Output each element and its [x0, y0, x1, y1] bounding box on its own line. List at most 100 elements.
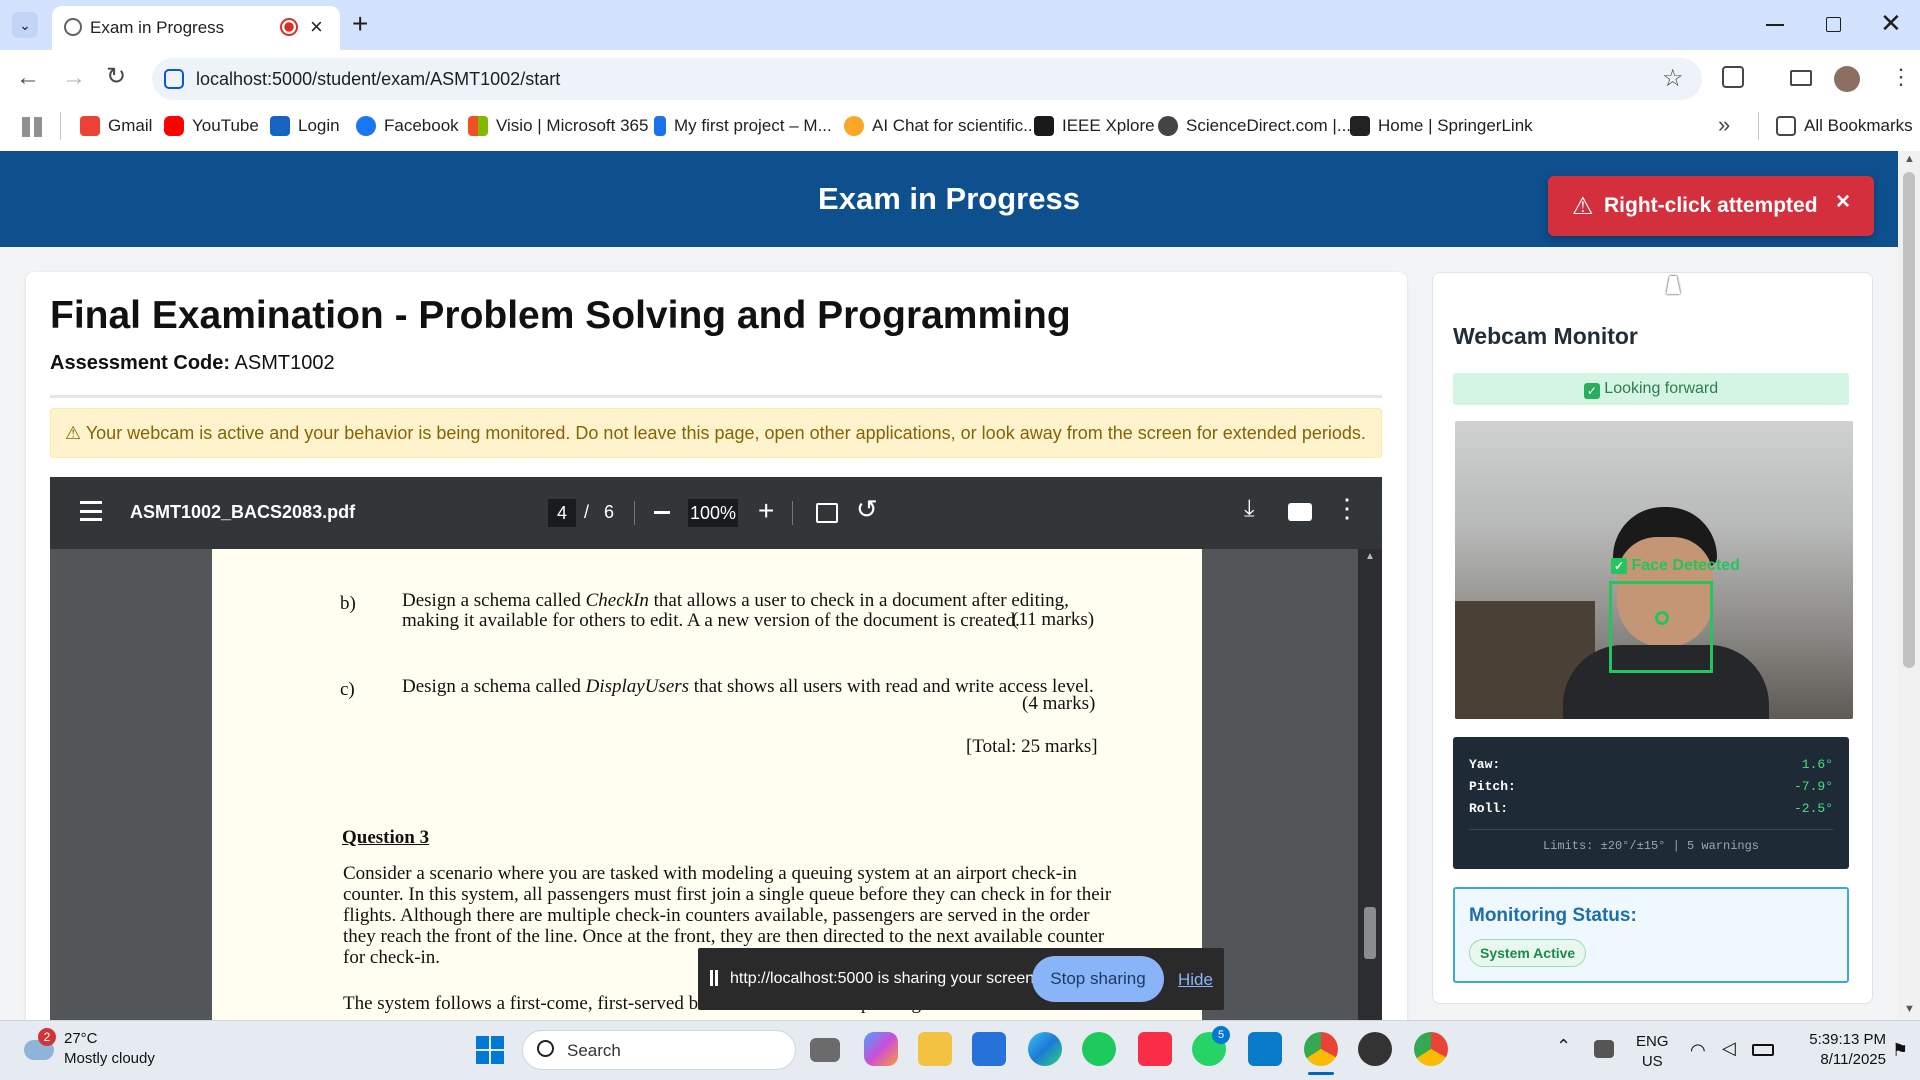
file-explorer-icon[interactable]: [918, 1032, 952, 1066]
back-button[interactable]: ←: [16, 64, 40, 92]
tray-app-icon[interactable]: [1594, 1040, 1614, 1058]
scroll-up-arrow[interactable]: ▲: [1904, 153, 1915, 165]
extensions-icon[interactable]: [1722, 66, 1744, 88]
bookmark-visio[interactable]: Visio | Microsoft 365: [468, 112, 648, 140]
pdf-text: counter. In this system, all passengers …: [343, 884, 1112, 905]
page-separator: /: [584, 502, 590, 522]
warning-icon: ⚠: [1572, 193, 1594, 220]
wifi-icon[interactable]: ◠: [1690, 1040, 1706, 1061]
bookmark-springerlink[interactable]: Home | SpringerLink: [1350, 112, 1533, 140]
rotate-icon[interactable]: ↺: [856, 494, 878, 525]
pdf-scroll-up[interactable]: ▲: [1365, 551, 1375, 562]
wechat-icon[interactable]: [1082, 1032, 1116, 1066]
temperature: 27°C: [64, 1030, 98, 1047]
pdf-text: Design a schema called DisplayUsers that…: [402, 676, 1094, 697]
divider: [1758, 112, 1759, 140]
weather-badge: 2: [38, 1028, 56, 1046]
yaw-value: 1.6°: [1801, 757, 1833, 772]
fit-page-icon[interactable]: [816, 503, 838, 523]
tab-exam-in-progress[interactable]: Exam in Progress ×: [52, 6, 340, 50]
pdf-text: (11 marks): [1012, 609, 1095, 630]
check-icon: ✓: [1611, 558, 1627, 574]
microsoft-icon: [468, 116, 488, 136]
address-bar[interactable]: localhost:5000/student/exam/ASMT1002/sta…: [152, 58, 1702, 100]
bookmark-sciencedirect[interactable]: ScienceDirect.com |...: [1158, 112, 1351, 140]
gmail-icon: [80, 116, 100, 136]
whatsapp-icon[interactable]: 5: [1192, 1026, 1230, 1066]
volume-icon[interactable]: ◁: [1722, 1038, 1736, 1059]
taskbar-search[interactable]: Search: [522, 1030, 796, 1070]
app-icon-dark[interactable]: [1358, 1032, 1392, 1066]
reload-button[interactable]: ↻: [106, 62, 126, 91]
chrome-profile-icon[interactable]: [1414, 1032, 1448, 1066]
language-indicator[interactable]: ENG US: [1636, 1032, 1669, 1072]
forward-button[interactable]: →: [62, 64, 86, 92]
zoom-level-input[interactable]: 100%: [688, 499, 738, 527]
more-options-icon[interactable]: ⋮: [1334, 493, 1360, 524]
minimize-button[interactable]: [1766, 24, 1784, 26]
ieee-icon: [1034, 116, 1054, 136]
pdf-scroll-thumb[interactable]: [1364, 907, 1376, 959]
divider: [1469, 829, 1833, 830]
bookmark-facebook[interactable]: Facebook: [356, 112, 459, 140]
vscode-icon[interactable]: [1248, 1032, 1282, 1066]
notification-bell-icon[interactable]: ⚑: [1892, 1040, 1908, 1061]
scroll-down-arrow[interactable]: ▼: [1904, 1003, 1915, 1015]
edge-icon[interactable]: [1028, 1032, 1062, 1066]
gaze-status-text: Looking forward: [1604, 380, 1719, 397]
tray-overflow-icon[interactable]: ⌃: [1556, 1036, 1571, 1057]
stop-sharing-button[interactable]: Stop sharing: [1032, 956, 1164, 1002]
task-view-icon[interactable]: [810, 1038, 840, 1062]
store-icon[interactable]: [972, 1032, 1006, 1066]
print-icon[interactable]: [1288, 503, 1312, 521]
start-button[interactable]: [476, 1036, 504, 1064]
restore-button[interactable]: [1826, 17, 1841, 32]
right-click-alert: ⚠ Right-click attempted ×: [1548, 176, 1874, 236]
bookmark-ieee[interactable]: IEEE Xplore: [1034, 112, 1155, 140]
new-tab-button[interactable]: +: [352, 8, 368, 40]
pdf-text: they reach the front of the line. Once a…: [343, 926, 1105, 947]
site-info-icon[interactable]: [164, 69, 184, 89]
cast-icon[interactable]: [1790, 70, 1812, 86]
clock[interactable]: 5:39:13 PM 8/11/2025: [1786, 1030, 1886, 1070]
bookmark-gmail[interactable]: Gmail: [80, 112, 152, 140]
tab-search-button[interactable]: ⌄: [12, 12, 38, 38]
tab-title: Exam in Progress: [90, 18, 225, 37]
windows-taskbar: [0, 1020, 1920, 1080]
apps-grid-icon[interactable]: [22, 117, 42, 137]
bookmark-login[interactable]: Login: [270, 112, 340, 140]
limits-text: Limits: ±20°/±15° | 5 warnings: [1542, 839, 1760, 853]
bookmark-label: Home | SpringerLink: [1378, 116, 1533, 135]
zoom-in-button[interactable]: +: [758, 495, 774, 527]
weather-widget[interactable]: 2 27°C Mostly cloudy: [20, 1028, 170, 1072]
battery-icon[interactable]: [1752, 1044, 1774, 1056]
download-icon[interactable]: ⤓: [1244, 495, 1255, 523]
chrome-icon[interactable]: [1304, 1032, 1338, 1066]
pause-icon: [710, 970, 718, 986]
bookmark-youtube[interactable]: YouTube: [164, 112, 259, 140]
bookmark-label: ScienceDirect.com |...: [1186, 116, 1352, 135]
zoom-out-button[interactable]: [654, 511, 670, 514]
pdf-text: [Total: 25 marks]: [966, 736, 1098, 757]
pdf-scrollbar[interactable]: ▲: [1358, 549, 1382, 1020]
search-label: Search: [567, 1041, 621, 1060]
pdf-menu-icon[interactable]: [80, 501, 102, 521]
folder-icon: [1776, 116, 1796, 136]
alert-close-button[interactable]: ×: [1836, 188, 1850, 216]
page-number-input[interactable]: 4: [548, 499, 576, 527]
close-tab-icon[interactable]: ×: [310, 14, 323, 40]
all-bookmarks[interactable]: All Bookmarks: [1776, 112, 1913, 140]
pdf-toolbar: ASMT1002_BACS2083.pdf 4 / 6 100% + ↺ ⤓ ⋮: [50, 477, 1382, 549]
close-window-button[interactable]: ✕: [1880, 8, 1902, 39]
assessment-code-value: ASMT1002: [234, 352, 335, 374]
more-bookmarks-icon[interactable]: »: [1718, 112, 1730, 138]
music-icon[interactable]: [1138, 1032, 1172, 1066]
copilot-icon[interactable]: [864, 1032, 898, 1066]
bookmark-first-project[interactable]: My first project – M...: [654, 112, 832, 140]
page-scroll-thumb[interactable]: [1903, 172, 1915, 668]
profile-avatar[interactable]: [1834, 66, 1860, 92]
bookmark-ai-chat[interactable]: AI Chat for scientific...: [844, 112, 1037, 140]
star-icon[interactable]: ☆: [1662, 64, 1684, 93]
hide-share-button[interactable]: Hide: [1178, 970, 1213, 990]
menu-kebab-icon[interactable]: ⋮: [1890, 62, 1912, 92]
